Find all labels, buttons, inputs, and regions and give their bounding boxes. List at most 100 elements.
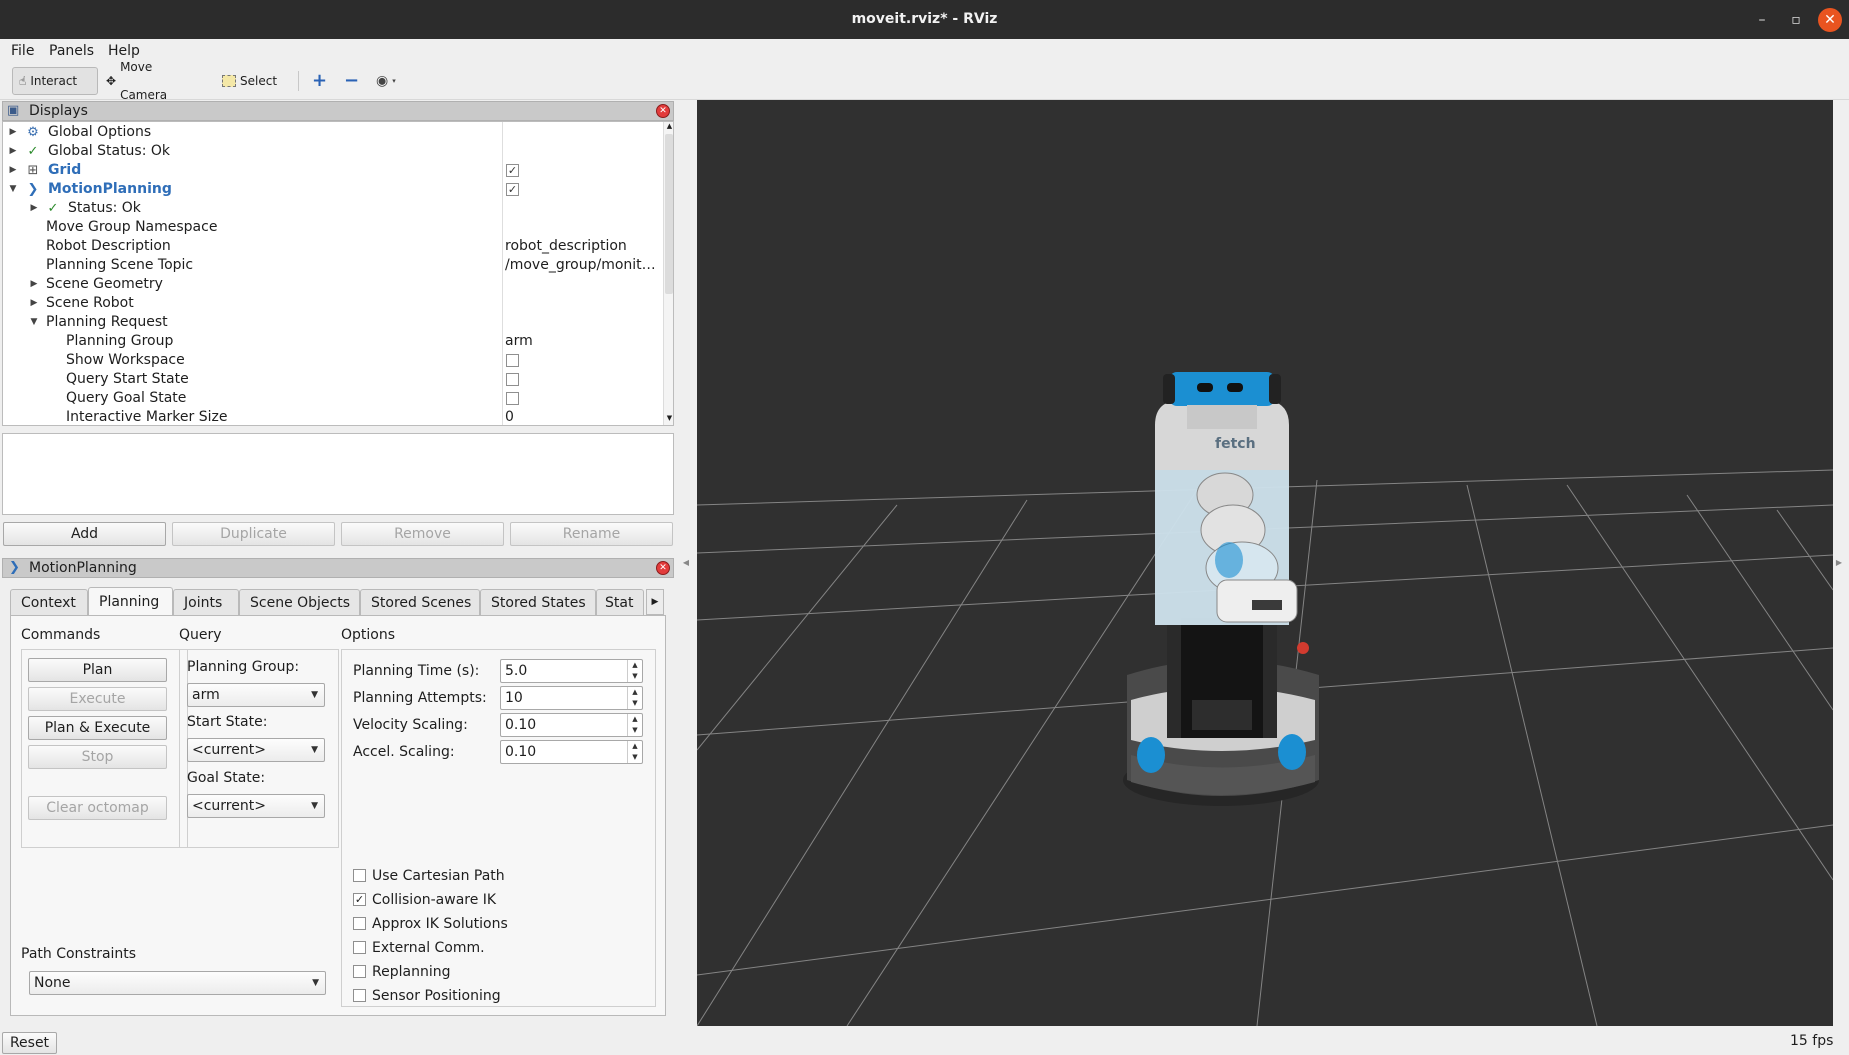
menu-file[interactable]: File [11, 39, 34, 63]
checkbox-box[interactable] [353, 940, 366, 954]
expand-arrow-icon[interactable]: ▶ [29, 199, 39, 218]
duplicate-display-button[interactable]: Duplicate [172, 522, 335, 546]
remove-display-button[interactable]: Remove [341, 522, 504, 546]
start-state-select[interactable]: <current> ▼ [187, 738, 325, 762]
planning-group-label: Planning Group: [187, 659, 300, 675]
tree-label: Planning Group [66, 333, 174, 349]
query-start-state-checkbox[interactable] [506, 373, 519, 386]
tree-row-move-group-namespace[interactable]: Move Group Namespace [3, 218, 663, 237]
scrollbar-thumb[interactable] [665, 134, 673, 294]
tree-row-scene-geometry[interactable]: ▶ Scene Geometry [3, 275, 663, 294]
tree-row-planning-group[interactable]: Planning Group arm [3, 332, 663, 351]
checkbox-box[interactable]: ✓ [353, 892, 366, 906]
planning-time-value: 5.0 [505, 663, 528, 679]
eye-icon[interactable]: ◉ ▾ [370, 67, 400, 95]
tab-stored-scenes[interactable]: Stored Scenes [360, 589, 480, 615]
reset-button[interactable]: Reset [2, 1032, 57, 1054]
query-goal-state-checkbox[interactable] [506, 392, 519, 405]
select-tool-button[interactable]: Select [216, 67, 286, 95]
accel-scaling-input[interactable]: 0.10 ▲ ▼ [500, 740, 643, 764]
tree-value[interactable]: robot_description [505, 237, 663, 256]
planning-attempts-input[interactable]: 10 ▲ ▼ [500, 686, 643, 710]
move-camera-tool-button[interactable]: ✥ Move Camera [100, 60, 200, 102]
planning-time-input[interactable]: 5.0 ▲ ▼ [500, 659, 643, 683]
tree-scrollbar[interactable]: ▲ ▼ [663, 122, 673, 425]
plan-execute-button[interactable]: Plan & Execute [28, 716, 167, 740]
external-comm-checkbox[interactable]: External Comm. [353, 939, 485, 957]
tab-context[interactable]: Context [10, 589, 88, 615]
show-workspace-checkbox[interactable] [506, 354, 519, 367]
grid-enabled-checkbox[interactable]: ✓ [506, 164, 519, 177]
execute-button[interactable]: Execute [28, 687, 167, 711]
tree-row-show-workspace[interactable]: Show Workspace [3, 351, 663, 370]
tree-row-motionplanning[interactable]: ▼ ❯ MotionPlanning ✓ [3, 180, 663, 199]
tree-row-query-goal-state[interactable]: Query Goal State [3, 389, 663, 408]
tree-value[interactable]: 0 [505, 408, 663, 425]
displays-panel-header: ▣ Displays ✕ [2, 101, 674, 121]
minus-icon[interactable]: − [338, 67, 362, 95]
motionplanning-enabled-checkbox[interactable]: ✓ [506, 183, 519, 196]
render-viewport[interactable]: fetch [697, 100, 1833, 1026]
tree-row-interactive-marker-size[interactable]: Interactive Marker Size 0 [3, 408, 663, 425]
close-icon[interactable]: ✕ [656, 561, 670, 575]
camera-move-icon: ✥ [106, 74, 117, 88]
interact-tool-button[interactable]: ☝ Interact [12, 67, 98, 95]
close-window-button[interactable]: ✕ [1818, 8, 1842, 32]
expand-arrow-icon[interactable]: ▶ [29, 294, 39, 313]
expand-arrow-icon[interactable]: ▶ [8, 123, 18, 142]
tab-scroll-right-icon[interactable]: ▶ [646, 589, 664, 615]
spin-arrows-icon[interactable]: ▲ ▼ [627, 714, 642, 736]
minimize-button[interactable]: – [1750, 8, 1774, 32]
checkbox-box[interactable] [353, 868, 366, 882]
spin-arrows-icon[interactable]: ▲ ▼ [627, 687, 642, 709]
use-cartesian-path-checkbox[interactable]: Use Cartesian Path [353, 867, 505, 885]
expand-arrow-icon[interactable]: ▶ [29, 275, 39, 294]
tree-row-robot-description[interactable]: Robot Description robot_description [3, 237, 663, 256]
tree-row-status[interactable]: ▶ ✓ Status: Ok [3, 199, 663, 218]
collapse-right-handle[interactable]: ▶ [1835, 555, 1843, 570]
stop-button[interactable]: Stop [28, 745, 167, 769]
tree-row-grid[interactable]: ▶ ⊞ Grid ✓ [3, 161, 663, 180]
menu-panels[interactable]: Panels [49, 39, 94, 63]
add-display-button[interactable]: Add [3, 522, 166, 546]
collision-aware-ik-checkbox[interactable]: ✓ Collision-aware IK [353, 891, 496, 909]
close-icon[interactable]: ✕ [656, 104, 670, 118]
collapse-left-handle[interactable]: ◀ [682, 555, 690, 570]
checkbox-box[interactable] [353, 988, 366, 1002]
scroll-up-icon[interactable]: ▲ [665, 122, 673, 132]
tree-value[interactable]: arm [505, 332, 663, 351]
tree-row-global-options[interactable]: ▶ ⚙ Global Options [3, 123, 663, 142]
checkbox-box[interactable] [353, 916, 366, 930]
expand-arrow-icon[interactable]: ▶ [8, 142, 18, 161]
expand-arrow-icon[interactable]: ▶ [8, 161, 18, 180]
scroll-down-icon[interactable]: ▼ [665, 414, 673, 424]
planning-group-select[interactable]: arm ▼ [187, 683, 325, 707]
replanning-checkbox[interactable]: Replanning [353, 963, 450, 981]
tree-row-query-start-state[interactable]: Query Start State [3, 370, 663, 389]
tree-row-global-status[interactable]: ▶ ✓ Global Status: Ok [3, 142, 663, 161]
collapse-arrow-icon[interactable]: ▼ [8, 180, 18, 199]
goal-state-select[interactable]: <current> ▼ [187, 794, 325, 818]
tab-scene-objects[interactable]: Scene Objects [239, 589, 360, 615]
tab-planning[interactable]: Planning [88, 587, 173, 617]
tree-row-planning-request[interactable]: ▼ Planning Request [3, 313, 663, 332]
plan-button[interactable]: Plan [28, 658, 167, 682]
sensor-positioning-checkbox[interactable]: Sensor Positioning [353, 987, 501, 1005]
spin-arrows-icon[interactable]: ▲ ▼ [627, 660, 642, 682]
tab-status[interactable]: Stat [596, 589, 644, 615]
velocity-scaling-input[interactable]: 0.10 ▲ ▼ [500, 713, 643, 737]
tab-stored-states[interactable]: Stored States [480, 589, 596, 615]
approx-ik-solutions-checkbox[interactable]: Approx IK Solutions [353, 915, 508, 933]
plus-icon[interactable]: + [306, 67, 330, 95]
rename-display-button[interactable]: Rename [510, 522, 673, 546]
collapse-arrow-icon[interactable]: ▼ [29, 313, 39, 332]
tab-joints[interactable]: Joints [173, 589, 239, 615]
clear-octomap-button[interactable]: Clear octomap [28, 796, 167, 820]
path-constraints-select[interactable]: None ▼ [29, 971, 326, 995]
restore-button[interactable]: ▫ [1784, 8, 1808, 32]
tree-row-scene-robot[interactable]: ▶ Scene Robot [3, 294, 663, 313]
tree-value[interactable]: /move_group/monit… [505, 256, 663, 275]
tree-row-planning-scene-topic[interactable]: Planning Scene Topic /move_group/monit… [3, 256, 663, 275]
spin-arrows-icon[interactable]: ▲ ▼ [627, 741, 642, 763]
checkbox-box[interactable] [353, 964, 366, 978]
